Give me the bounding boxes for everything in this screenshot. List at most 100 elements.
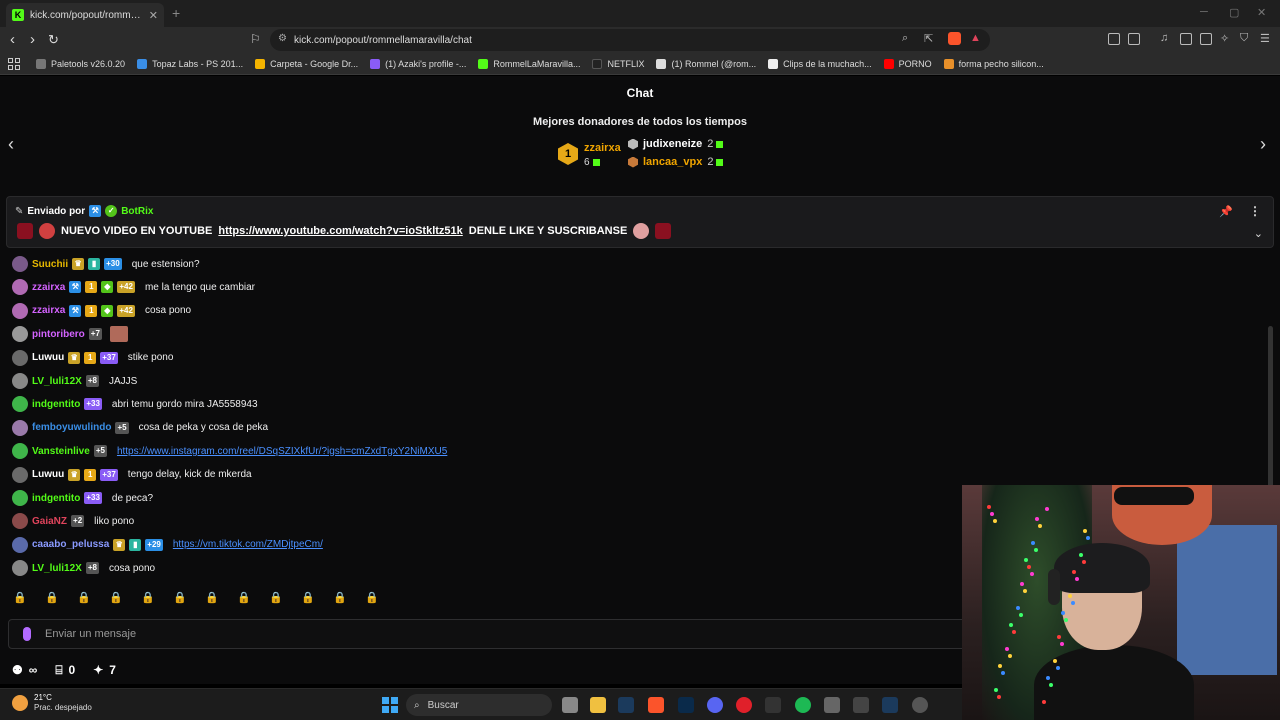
message-link[interactable]: https://vm.tiktok.com/ZMDjtpeCm/ <box>173 539 323 550</box>
username[interactable]: indgentito <box>32 399 80 410</box>
username[interactable]: indgentito <box>32 493 80 504</box>
bookmark-item[interactable]: (1) Rommel (@rom... <box>656 58 756 69</box>
obs-icon[interactable] <box>912 697 928 713</box>
discord-icon[interactable] <box>707 697 723 713</box>
bookmark-item[interactable]: (1) Azaki's profile -... <box>370 58 466 69</box>
user-badge[interactable]: +7 <box>88 328 102 341</box>
opera-gx-icon[interactable] <box>736 697 752 713</box>
user-badge[interactable]: 1 <box>84 351 97 364</box>
username[interactable]: Suuchii <box>32 259 68 270</box>
bookmark-item[interactable]: Carpeta - Google Dr... <box>255 58 358 69</box>
username[interactable]: pintoribero <box>32 329 85 340</box>
minimize-icon[interactable]: ─ <box>1200 6 1208 18</box>
extensions-icon[interactable] <box>1108 33 1120 45</box>
locked-emote-icon[interactable]: 🔒 <box>268 589 284 605</box>
user-badge[interactable]: ▮ <box>88 258 101 270</box>
app-icon[interactable] <box>853 697 869 713</box>
avatar[interactable] <box>12 490 28 506</box>
locked-emote-icon[interactable]: 🔒 <box>140 589 156 605</box>
app-icon[interactable] <box>824 697 840 713</box>
chevron-left-icon[interactable]: ‹ <box>8 134 14 155</box>
locked-emote-icon[interactable]: 🔒 <box>332 589 348 605</box>
username[interactable]: LV_luli12X <box>32 376 82 387</box>
bookmark-item[interactable]: NETFLIX <box>592 58 644 69</box>
bookmark-item[interactable]: PORNO <box>883 58 932 69</box>
user-badge[interactable]: ⚒ <box>69 281 82 294</box>
file-explorer-icon[interactable] <box>590 697 606 713</box>
more-options-icon[interactable]: ⋮ <box>1249 204 1261 218</box>
brave-rewards-icon[interactable]: ▲ <box>970 32 981 44</box>
chevron-right-icon[interactable]: › <box>1260 134 1266 155</box>
user-badge[interactable]: +29 <box>145 538 163 551</box>
locked-emote-icon[interactable]: 🔒 <box>236 589 252 605</box>
task-view-icon[interactable] <box>562 697 578 713</box>
weather-widget[interactable]: 21°C Prac. despejado <box>12 693 92 713</box>
user-badge[interactable]: +8 <box>85 375 99 387</box>
bookmark-item[interactable]: forma pecho silicon... <box>943 58 1044 69</box>
reload-icon[interactable]: ↻ <box>48 31 59 49</box>
donor-entry[interactable]: lancaa_vpx 2 <box>628 156 724 168</box>
pinned-sender[interactable]: BotRix <box>121 206 153 217</box>
donor-entry[interactable]: judixeneize 2 <box>628 138 724 150</box>
steam-icon[interactable] <box>882 697 898 713</box>
locked-emote-icon[interactable]: 🔒 <box>204 589 220 605</box>
avatar[interactable] <box>12 396 28 413</box>
avatar[interactable] <box>12 302 28 319</box>
photoshop-icon[interactable] <box>678 697 694 713</box>
apps-icon[interactable] <box>8 57 20 70</box>
gifts-stat[interactable]: ⌸ 0 <box>55 663 75 678</box>
avatar[interactable] <box>12 443 28 460</box>
locked-emote-icon[interactable]: 🔒 <box>364 589 380 605</box>
avatar[interactable] <box>12 349 28 366</box>
avatar[interactable] <box>12 466 28 483</box>
user-badge[interactable]: +33 <box>84 398 102 411</box>
user-badge[interactable]: +5 <box>115 421 129 434</box>
browser-tab[interactable]: K kick.com/popout/rommellamara... ✕ <box>6 3 164 27</box>
microphone-icon[interactable] <box>23 627 31 641</box>
user-badge[interactable]: +2 <box>71 515 85 528</box>
username[interactable]: caaabo_pelussa <box>32 539 109 550</box>
user-badge[interactable]: +42 <box>117 281 135 294</box>
user-badge[interactable]: ♛ <box>68 468 81 481</box>
wallet-icon[interactable] <box>1200 33 1212 45</box>
avatar[interactable] <box>12 536 28 553</box>
locked-emote-icon[interactable]: 🔒 <box>76 589 92 605</box>
user-badge[interactable]: +37 <box>100 351 118 364</box>
bookmark-item[interactable]: RommelLaMaravilla... <box>478 58 580 69</box>
user-badge[interactable]: 1 <box>85 304 98 317</box>
locked-emote-icon[interactable]: 🔒 <box>12 589 28 605</box>
locked-emote-icon[interactable]: 🔒 <box>172 589 188 605</box>
taskbar-search[interactable]: ⌕ Buscar <box>406 694 552 716</box>
username[interactable]: Luwuu <box>32 352 64 363</box>
locked-emote-icon[interactable]: 🔒 <box>300 589 316 605</box>
bookmark-icon[interactable]: ⚐ <box>250 32 261 46</box>
new-tab-icon[interactable]: + <box>172 5 180 21</box>
zoom-icon[interactable]: ⌕ <box>902 32 908 45</box>
music-icon[interactable]: ♫ <box>1160 32 1168 44</box>
vpn-icon[interactable]: ⛉ <box>1240 32 1248 45</box>
username[interactable]: femboyuwulindo <box>32 422 111 433</box>
app-icon[interactable] <box>765 697 781 713</box>
viewers-stat[interactable]: ⚉ ∞ <box>12 663 37 677</box>
bookmark-item[interactable]: Paletools v26.0.20 <box>36 58 125 69</box>
username[interactable]: LV_luli12X <box>32 563 82 574</box>
brave-icon[interactable] <box>648 697 664 713</box>
user-badge[interactable]: ♛ <box>72 258 85 270</box>
avatar[interactable] <box>12 279 28 296</box>
username[interactable]: Vansteinlive <box>32 446 90 457</box>
avatar[interactable] <box>12 256 28 272</box>
user-badge[interactable]: ◆ <box>101 281 114 294</box>
chat-input[interactable] <box>45 620 945 648</box>
avatar[interactable] <box>12 326 28 343</box>
unpin-icon[interactable]: 📌 <box>1219 205 1233 218</box>
avatar[interactable] <box>12 373 28 389</box>
user-badge[interactable]: ▮ <box>129 538 142 551</box>
user-badge[interactable]: +42 <box>117 304 135 317</box>
user-badge[interactable]: +8 <box>85 562 99 575</box>
user-badge[interactable]: +5 <box>93 445 107 458</box>
username[interactable]: Luwuu <box>32 469 64 480</box>
user-badge[interactable]: ♛ <box>113 538 126 551</box>
username[interactable]: zzairxa <box>32 305 65 316</box>
steam-icon[interactable] <box>618 697 634 713</box>
sidebar-icon[interactable] <box>1180 33 1192 45</box>
